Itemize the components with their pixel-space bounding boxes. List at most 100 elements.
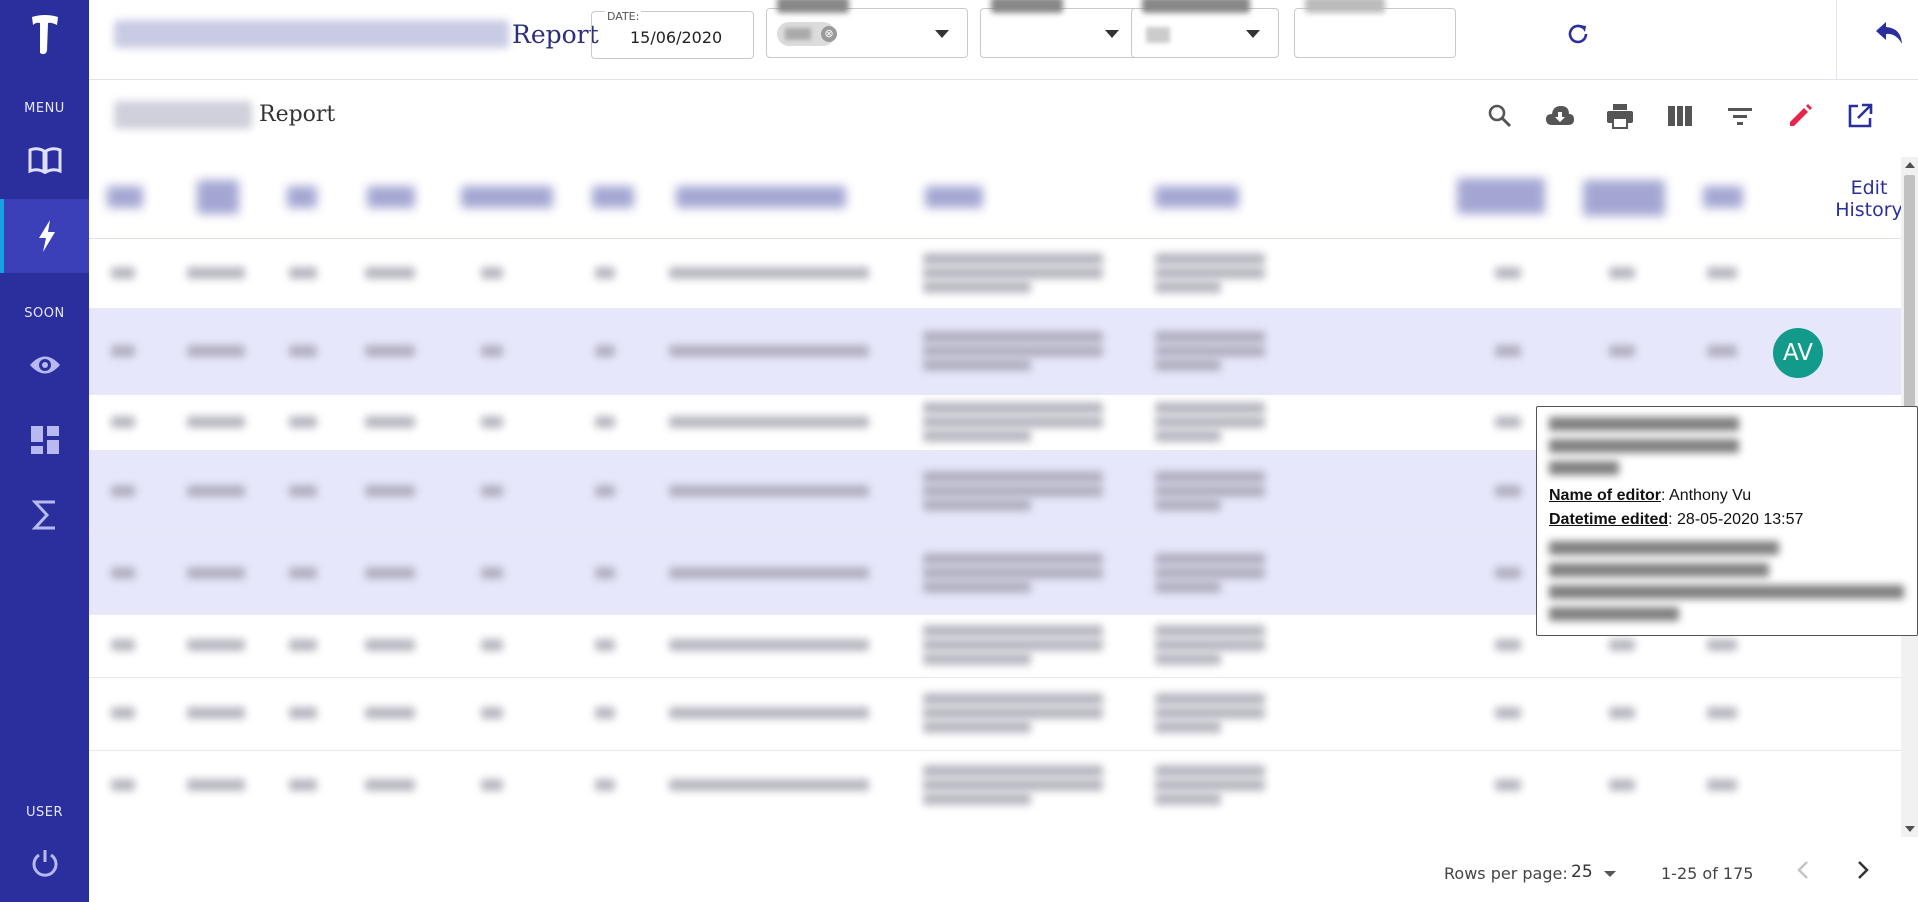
search-button[interactable] — [1484, 100, 1516, 132]
redacted-cell — [1155, 625, 1265, 637]
filter-select-2[interactable] — [980, 0, 1138, 58]
select-2-label-redacted — [991, 0, 1063, 13]
redacted-cell — [923, 707, 1103, 719]
redacted-cell — [595, 779, 615, 791]
chevron-down-icon — [1246, 30, 1260, 38]
column-header[interactable] — [1583, 180, 1665, 216]
redacted-cell — [669, 779, 869, 791]
scroll-down-icon[interactable] — [1905, 826, 1915, 832]
previous-page-button[interactable] — [1796, 860, 1810, 884]
sidebar-item-dashboard[interactable] — [0, 403, 89, 477]
redacted-cell — [111, 779, 135, 791]
report-title: Report — [512, 20, 599, 49]
redacted-cell — [1155, 567, 1265, 579]
column-header[interactable] — [1457, 178, 1545, 214]
telstra-logo-icon[interactable] — [0, 10, 89, 60]
open-external-button[interactable] — [1844, 100, 1876, 132]
rows-per-page-select[interactable]: 25 — [1571, 862, 1593, 882]
column-header[interactable] — [676, 186, 846, 208]
redacted-cell — [365, 485, 415, 497]
editor-avatar[interactable]: AV — [1773, 328, 1823, 378]
redacted-cell — [1155, 581, 1221, 593]
redacted-cell — [1707, 639, 1737, 651]
sidebar-item-power[interactable] — [0, 826, 89, 900]
datetime-line: Datetime edited: 28-05-2020 13:57 — [1549, 511, 1803, 529]
filter-input-4[interactable] — [1294, 0, 1456, 58]
refresh-button[interactable] — [1566, 22, 1590, 50]
redacted-cell — [187, 779, 245, 791]
redacted-cell — [923, 765, 1103, 777]
columns-button[interactable] — [1664, 100, 1696, 132]
sidebar-item-book[interactable] — [0, 123, 89, 197]
date-value[interactable]: 15/06/2020 — [630, 28, 722, 47]
reply-arrow-icon — [1876, 22, 1902, 44]
subreport-name-redacted — [114, 101, 252, 129]
redacted-cell — [595, 485, 615, 497]
filter-button[interactable] — [1724, 100, 1756, 132]
next-page-button[interactable] — [1856, 860, 1870, 884]
chevron-left-icon — [1797, 861, 1808, 879]
input-4-label-redacted — [1305, 0, 1385, 13]
selected-chip[interactable]: ⊗ — [777, 22, 837, 46]
redacted-cell — [595, 416, 615, 428]
back-button[interactable] — [1874, 20, 1904, 50]
redacted-cell — [111, 567, 135, 579]
redacted-cell — [289, 267, 317, 279]
redacted-cell — [923, 625, 1103, 637]
column-header[interactable] — [1703, 186, 1743, 208]
redacted-cell — [1155, 485, 1265, 497]
redacted-cell — [187, 345, 245, 357]
column-header[interactable] — [287, 186, 317, 208]
redacted-cell — [365, 267, 415, 279]
sidebar-item-lightning[interactable] — [0, 199, 89, 273]
redacted-cell — [187, 416, 245, 428]
column-header[interactable] — [925, 186, 983, 208]
download-button[interactable] — [1544, 100, 1576, 132]
subreport-title: Report — [259, 102, 336, 127]
redacted-cell — [923, 793, 1031, 805]
column-header[interactable] — [107, 186, 143, 208]
filter-select-1[interactable]: ⊗ — [766, 0, 968, 58]
edit-history-header[interactable]: Edit History — [1814, 177, 1901, 221]
redacted-cell — [1155, 359, 1221, 371]
redacted-cell — [1155, 267, 1265, 279]
redacted-cell — [923, 553, 1103, 565]
column-header[interactable] — [367, 186, 415, 208]
edit-button[interactable] — [1784, 100, 1816, 132]
print-button[interactable] — [1604, 100, 1636, 132]
redacted-cell — [481, 416, 503, 428]
column-header[interactable] — [197, 180, 239, 214]
sidebar-item-sigma[interactable] — [0, 478, 89, 552]
redacted-cell — [289, 707, 317, 719]
redacted-cell — [1155, 253, 1265, 265]
redacted-cell — [669, 485, 869, 497]
chip-close-icon[interactable]: ⊗ — [821, 26, 837, 42]
redacted-cell — [923, 253, 1103, 265]
sidebar-item-eye[interactable] — [0, 328, 89, 402]
select-1-label-redacted — [777, 0, 849, 13]
column-header[interactable] — [1155, 186, 1239, 208]
report-name-redacted — [114, 20, 509, 48]
redacted-cell — [1707, 779, 1737, 791]
open-external-icon — [1848, 103, 1873, 128]
redacted-cell — [669, 345, 869, 357]
redacted-cell — [289, 567, 317, 579]
redacted-cell — [365, 416, 415, 428]
redacted-cell — [923, 721, 1031, 733]
redacted-cell — [111, 485, 135, 497]
column-header[interactable] — [592, 186, 634, 208]
redacted-cell — [1495, 567, 1521, 579]
redacted-cell — [365, 567, 415, 579]
redacted-cell — [923, 345, 1103, 357]
column-header[interactable] — [461, 186, 553, 208]
chevron-down-icon[interactable] — [1604, 871, 1616, 877]
scroll-up-icon[interactable] — [1905, 162, 1915, 168]
redacted-cell — [481, 567, 503, 579]
redacted-cell — [669, 639, 869, 651]
redacted-cell — [111, 639, 135, 651]
date-field[interactable]: DATE: 15/06/2020 — [591, 10, 754, 59]
redacted-cell — [1495, 267, 1521, 279]
redacted-cell — [1155, 331, 1265, 343]
filter-select-3[interactable] — [1131, 0, 1279, 58]
dashboard-icon — [30, 426, 59, 454]
